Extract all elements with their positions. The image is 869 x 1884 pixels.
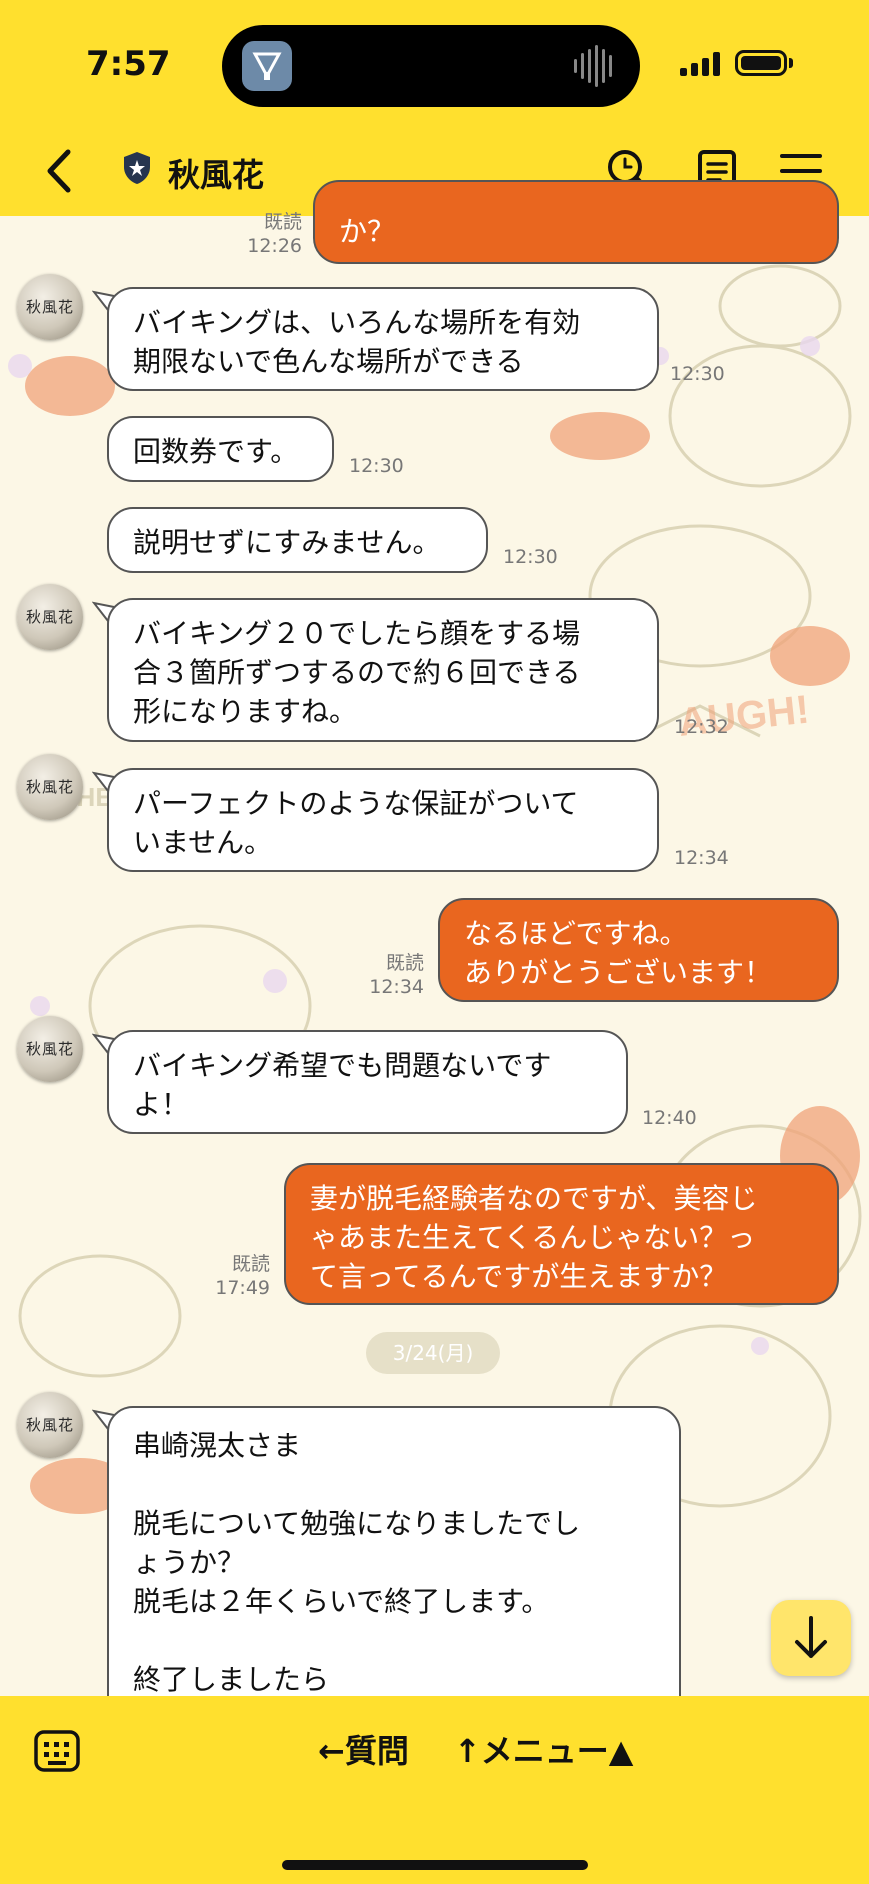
avatar-label: 秋風花 xyxy=(25,1040,74,1058)
message-time: 12:30 xyxy=(503,546,558,568)
message-bubble[interactable]: 串崎滉太さま 脱毛について勉強になりましたでし ょうか？ 脱毛は２年くらいで終了… xyxy=(107,1406,681,1726)
message-bubble[interactable]: パーフェクトのような保証がついて いません。 xyxy=(107,768,659,872)
message-time: 12:26 xyxy=(247,235,302,257)
battery-icon xyxy=(735,50,787,76)
avatar[interactable]: 秋風花 xyxy=(17,1016,83,1082)
message-bubble[interactable]: 回数券です。 xyxy=(107,416,334,482)
message-time: 17:49 xyxy=(215,1277,270,1299)
message-bubble[interactable]: なるほどですね。 ありがとうございます！ xyxy=(438,898,839,1002)
avatar-label: 秋風花 xyxy=(25,778,74,796)
rich-menu-bar: ←質問 ↑メニュー▲ xyxy=(318,1726,667,1772)
bottom-bar: ←質問 ↑メニュー▲ xyxy=(0,1696,869,1884)
avatar-label: 秋風花 xyxy=(25,608,74,626)
message-bubble[interactable]: か？ xyxy=(313,180,839,264)
message-time: 12:34 xyxy=(369,976,424,998)
read-label: 既読 xyxy=(263,211,302,233)
status-time: 7:57 xyxy=(86,44,171,84)
message-time: 12:30 xyxy=(670,363,725,385)
question-menu-button[interactable]: ←質問 xyxy=(318,1726,409,1772)
message-time: 12:40 xyxy=(642,1107,697,1129)
back-chevron-icon[interactable] xyxy=(40,146,80,196)
message-bubble[interactable]: バイキングは、いろんな場所を有効 期限ないで色んな場所ができる xyxy=(107,287,659,391)
message-time: 12:34 xyxy=(674,847,729,869)
message-time: 12:30 xyxy=(349,455,404,477)
menu-toggle-button[interactable]: ↑メニュー▲ xyxy=(454,1726,633,1772)
read-label: 既読 xyxy=(385,952,424,974)
verified-shield-icon xyxy=(124,152,150,184)
avatar[interactable]: 秋風花 xyxy=(17,584,83,650)
avatar[interactable]: 秋風花 xyxy=(17,1392,83,1458)
dynamic-island xyxy=(222,25,640,107)
message-time: 12:32 xyxy=(674,716,729,738)
read-receipt: 既読 12:26 xyxy=(226,210,302,258)
home-indicator xyxy=(282,1860,588,1870)
date-separator: 3/24(月) xyxy=(366,1332,500,1374)
battery-tip xyxy=(789,58,793,68)
message-bubble[interactable]: 妻が脱毛経験者なのですが、美容じ ゃあまた生えてくるんじゃない？っ て言ってるん… xyxy=(284,1163,839,1305)
read-label: 既読 xyxy=(231,1253,270,1275)
read-receipt: 既読 12:34 xyxy=(340,951,424,999)
scroll-down-button[interactable] xyxy=(771,1600,851,1676)
avatar[interactable]: 秋風花 xyxy=(17,274,83,340)
scroll-down-arrow-icon xyxy=(795,1616,827,1658)
audio-wave-icon xyxy=(574,45,612,87)
message-bubble[interactable]: バイキング２０でしたら顔をする場 合３箇所ずつするので約６回できる 形になります… xyxy=(107,598,659,742)
avatar-label: 秋風花 xyxy=(25,1416,74,1434)
keyboard-icon[interactable] xyxy=(34,1730,80,1772)
contact-name[interactable]: 秋風花 xyxy=(168,150,264,196)
app-activity-icon xyxy=(242,41,292,91)
status-bar: 7:57 xyxy=(0,0,869,130)
avatar-label: 秋風花 xyxy=(25,298,74,316)
message-bubble[interactable]: バイキング希望でも問題ないです よ！ xyxy=(107,1030,628,1134)
read-receipt: 既読 17:49 xyxy=(190,1252,270,1300)
avatar[interactable]: 秋風花 xyxy=(17,754,83,820)
message-bubble[interactable]: 説明せずにすみません。 xyxy=(107,507,488,573)
signal-icon xyxy=(680,52,720,76)
